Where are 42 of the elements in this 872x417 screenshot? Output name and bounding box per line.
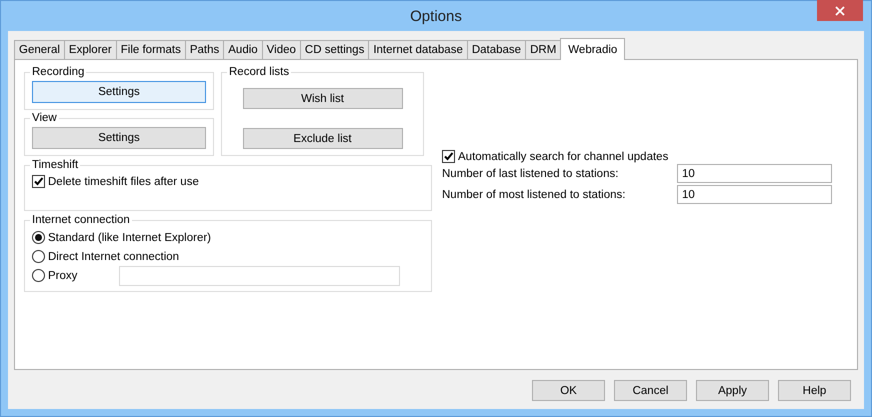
settings-button[interactable]: Settings — [32, 81, 206, 103]
list-button[interactable]: Wish list — [242, 88, 402, 109]
list-button[interactable]: Exclude list — [242, 128, 402, 149]
tab[interactable]: Paths — [184, 40, 224, 59]
radio-label: Proxy — [48, 270, 78, 282]
tab[interactable]: Video — [262, 40, 301, 59]
checkbox-label: Automatically search for channel updates — [458, 150, 668, 162]
dialog-button[interactable]: Help — [778, 380, 851, 401]
checkbox[interactable] — [32, 175, 45, 188]
tab[interactable]: Internet database — [368, 40, 468, 59]
tab[interactable]: Explorer — [64, 40, 117, 59]
tab[interactable]: General — [14, 40, 65, 59]
tab[interactable]: Webradio — [560, 38, 626, 60]
dialog-button[interactable]: Cancel — [614, 380, 687, 401]
proxy-field[interactable] — [119, 266, 400, 286]
radio-button[interactable] — [32, 269, 45, 282]
close-icon — [835, 6, 845, 16]
radio-label: Direct Internet connection — [48, 250, 180, 262]
group-title: Recording — [32, 66, 84, 78]
tab[interactable]: DRM — [525, 40, 562, 59]
number-field[interactable]: 10 — [677, 164, 832, 183]
settings-button[interactable]: Settings — [32, 127, 206, 149]
dialog-button[interactable]: Apply — [696, 380, 769, 401]
group-title: Timeshift — [32, 159, 78, 171]
radio-label: Standard (like Internet Explorer) — [48, 232, 211, 244]
checkbox[interactable] — [442, 150, 455, 163]
number-field[interactable]: 10 — [677, 185, 832, 204]
group-title: View — [32, 112, 57, 124]
tab[interactable]: File formats — [116, 40, 186, 59]
field-label: Number of last listened to stations: — [442, 168, 620, 180]
close-button[interactable] — [817, 0, 863, 21]
dialog-button[interactable]: OK — [532, 380, 605, 401]
radio-button[interactable] — [32, 250, 45, 263]
field-label: Number of most listened to stations: — [442, 188, 626, 200]
radio-button[interactable] — [32, 231, 45, 244]
tab[interactable]: CD settings — [300, 40, 370, 59]
group-title: Internet connection — [32, 214, 130, 226]
checkbox-label: Delete timeshift files after use — [48, 176, 199, 188]
group-title: Record lists — [229, 66, 290, 78]
tab[interactable]: Database — [466, 40, 526, 59]
window-title: Options — [410, 8, 462, 24]
tab[interactable]: Audio — [223, 40, 263, 59]
